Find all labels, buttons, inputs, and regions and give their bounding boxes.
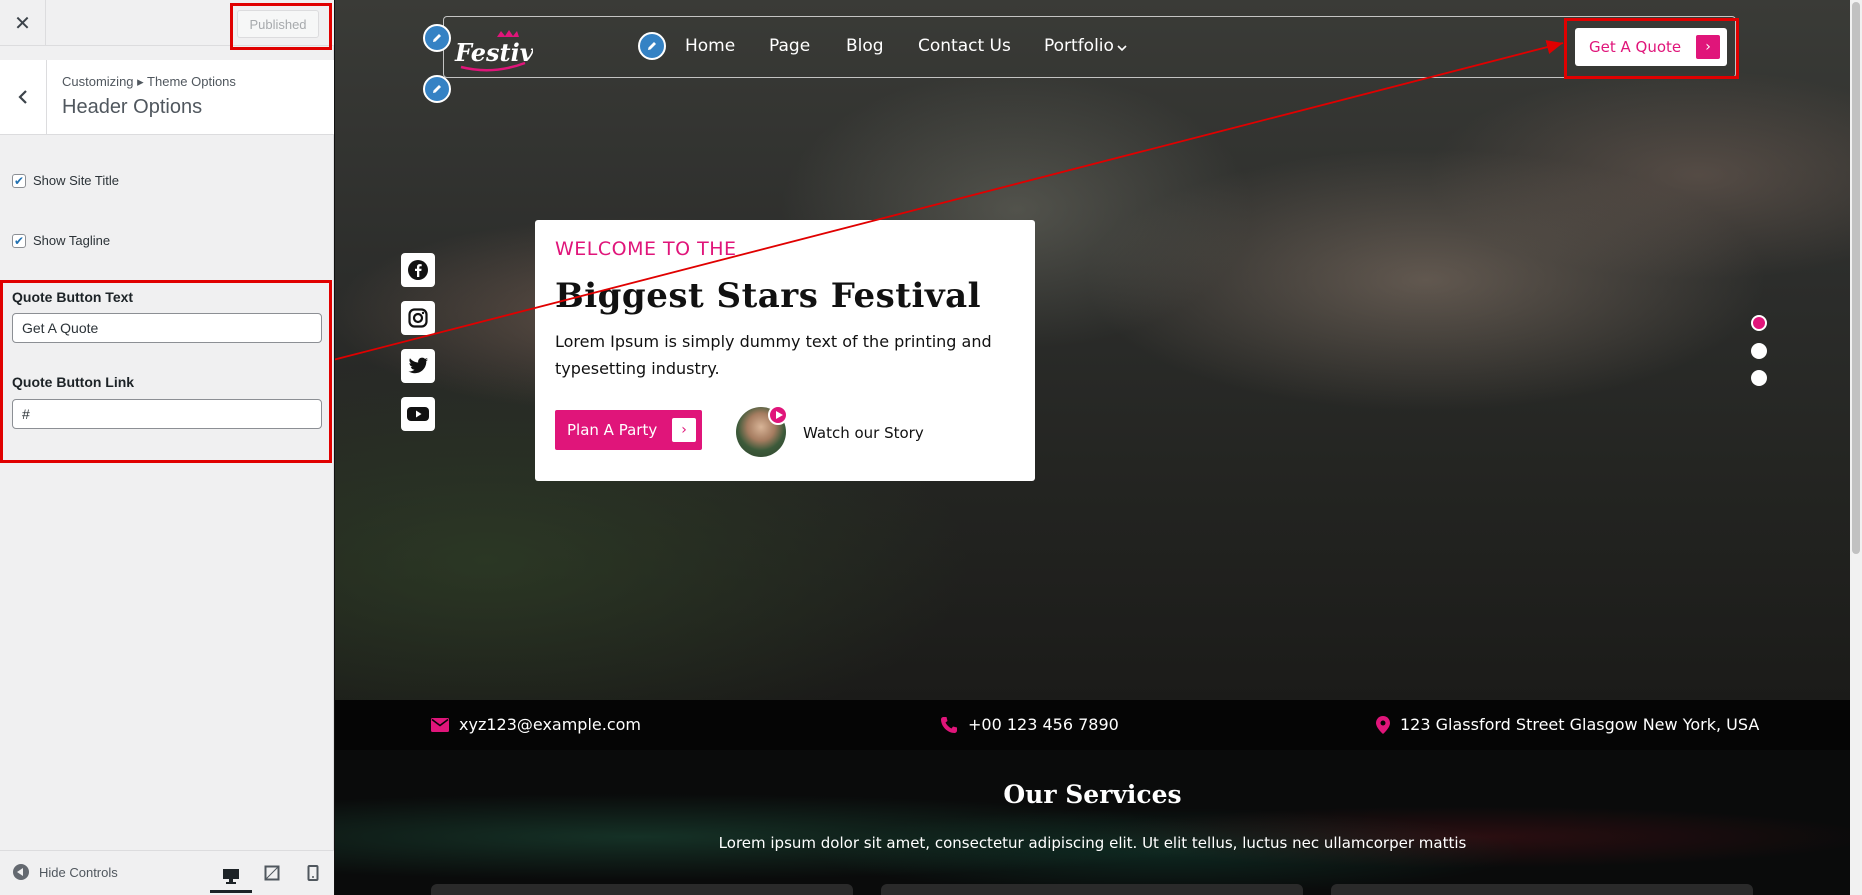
service-card[interactable] (881, 884, 1303, 895)
slider-dot-2[interactable] (1751, 343, 1767, 359)
preview-scrollbar-thumb[interactable] (1852, 2, 1860, 554)
show-tagline-label: Show Tagline (33, 233, 111, 248)
quote-link-label: Quote Button Link (12, 374, 135, 390)
show-tagline-control[interactable]: ✔ Show Tagline (12, 233, 110, 248)
slider-dot-3[interactable] (1751, 370, 1767, 386)
hide-controls-button[interactable]: Hide Controls (13, 864, 118, 880)
back-button[interactable] (0, 60, 47, 134)
phone-icon (941, 716, 957, 733)
desktop-icon (223, 868, 239, 884)
close-icon: ✕ (14, 10, 31, 35)
section-header: Customizing ▸ Theme Options Header Optio… (0, 60, 334, 135)
quote-text-input[interactable]: Get A Quote (12, 313, 322, 343)
contact-phone-text: +00 123 456 7890 (968, 715, 1119, 734)
site-preview: Festival Home Page Blog Contact Us Portf… (335, 0, 1850, 895)
close-customizer-button[interactable]: ✕ (0, 0, 46, 45)
annotation-box-quote-fields (0, 280, 332, 463)
section-title: Header Options (62, 96, 203, 118)
quote-link-input[interactable]: # (12, 399, 322, 429)
mobile-icon (307, 865, 319, 881)
contact-email[interactable]: xyz123@example.com (431, 715, 641, 734)
show-site-title-label: Show Site Title (33, 173, 119, 188)
collapse-icon (13, 864, 29, 880)
preview-tablet-button[interactable] (260, 861, 284, 885)
services-title: Our Services (1003, 780, 1182, 809)
slider-dot-1[interactable] (1751, 315, 1767, 331)
contact-address[interactable]: 123 Glassford Street Glasgow New York, U… (1376, 715, 1759, 734)
services-section: Our Services Lorem ipsum dolor sit amet,… (335, 750, 1850, 895)
envelope-icon (431, 717, 449, 732)
service-card[interactable] (1331, 884, 1753, 895)
quote-text-label: Quote Button Text (12, 289, 134, 305)
customizer-footer: Hide Controls (0, 850, 334, 895)
hide-controls-label: Hide Controls (39, 864, 118, 880)
annotation-arrow-line (335, 40, 1564, 361)
publish-button[interactable]: Published (237, 10, 319, 38)
show-tagline-checkbox[interactable]: ✔ (12, 233, 26, 248)
preview-mobile-button[interactable] (301, 861, 325, 885)
map-pin-icon (1376, 715, 1390, 734)
customizer-sidebar: ✕ Published Customizing ▸ Theme Options … (0, 0, 334, 895)
service-card[interactable] (431, 884, 853, 895)
contact-address-text: 123 Glassford Street Glasgow New York, U… (1400, 715, 1760, 734)
contact-phone[interactable]: +00 123 456 7890 (940, 715, 1119, 734)
chevron-left-icon (18, 90, 27, 104)
services-description: Lorem ipsum dolor sit amet, consectetur … (718, 834, 1467, 852)
show-site-title-checkbox[interactable]: ✔ (12, 173, 26, 188)
contact-email-text: xyz123@example.com (459, 715, 641, 734)
show-site-title-control[interactable]: ✔ Show Site Title (12, 173, 119, 188)
customizer-header: ✕ Published (0, 0, 334, 46)
preview-desktop-button[interactable] (210, 861, 252, 893)
tablet-icon (264, 865, 280, 881)
breadcrumb: Customizing ▸ Theme Options (62, 74, 236, 89)
contact-info-bar: xyz123@example.com +00 123 456 7890 123 … (335, 700, 1850, 750)
